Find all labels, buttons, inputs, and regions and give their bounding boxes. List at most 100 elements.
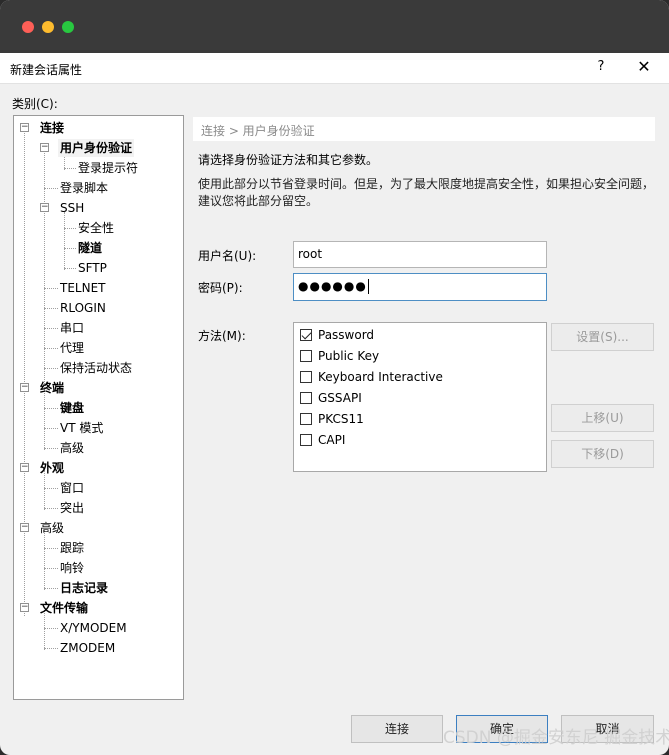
method-item-keyboard-interactive[interactable]: Keyboard Interactive bbox=[300, 368, 443, 386]
dialog-title: 新建会话属性 bbox=[10, 63, 83, 77]
dialog-header: 新建会话属性 ? ✕ bbox=[0, 53, 669, 84]
tree-line bbox=[64, 212, 65, 270]
checkbox-icon[interactable] bbox=[300, 412, 312, 425]
intro-text: 请选择身份验证方法和其它参数。 bbox=[198, 153, 379, 167]
collapse-icon[interactable]: − bbox=[20, 603, 29, 612]
text-caret bbox=[367, 279, 369, 294]
tree-line bbox=[44, 348, 58, 349]
method-item-capi[interactable]: CAPI bbox=[300, 431, 345, 449]
tree-item-proxy[interactable]: 代理 bbox=[60, 339, 84, 357]
method-label-pkcs11: PKCS11 bbox=[318, 412, 364, 426]
tree-line bbox=[44, 408, 58, 409]
auth-method-list[interactable]: Password Public Key Keyboard Interactive… bbox=[293, 322, 547, 472]
tree-line bbox=[44, 150, 45, 390]
tree-item-keyboard[interactable]: 键盘 bbox=[60, 399, 84, 417]
method-item-pkcs11[interactable]: PKCS11 bbox=[300, 410, 364, 428]
tree-item-advanced[interactable]: 高级 bbox=[40, 519, 64, 537]
tree-item-user-auth[interactable]: 用户身份验证 bbox=[58, 139, 135, 157]
method-item-password[interactable]: Password bbox=[300, 326, 374, 344]
username-label: 用户名(U): bbox=[198, 249, 257, 263]
checkbox-icon[interactable] bbox=[300, 349, 312, 362]
tree-line bbox=[44, 368, 58, 369]
close-window-icon[interactable] bbox=[22, 21, 34, 33]
tree-item-file-transfer[interactable]: 文件传输 bbox=[40, 599, 88, 617]
tree-item-terminal-advanced[interactable]: 高级 bbox=[60, 439, 84, 457]
tree-item-login-prompts[interactable]: 登录提示符 bbox=[78, 159, 138, 177]
tree-line bbox=[24, 130, 25, 616]
maximize-window-icon[interactable] bbox=[62, 21, 74, 33]
ok-button[interactable]: 确定 bbox=[456, 715, 548, 743]
tree-item-bell[interactable]: 响铃 bbox=[60, 559, 84, 577]
collapse-icon[interactable]: − bbox=[40, 203, 49, 212]
tree-line bbox=[44, 288, 58, 289]
category-tree[interactable]: − − − − − − − 连接 用户身份验证 登录提示符 登录脚本 SSH 安… bbox=[13, 115, 184, 700]
method-label-capi: CAPI bbox=[318, 433, 346, 447]
collapse-icon[interactable]: − bbox=[20, 463, 29, 472]
tree-line bbox=[64, 168, 76, 169]
checkbox-icon[interactable] bbox=[300, 433, 312, 446]
tree-item-rlogin[interactable]: RLOGIN bbox=[60, 299, 106, 317]
method-item-gssapi[interactable]: GSSAPI bbox=[300, 389, 362, 407]
tree-item-xymodem[interactable]: X/YMODEM bbox=[60, 619, 127, 637]
tree-item-keep-alive[interactable]: 保持活动状态 bbox=[60, 359, 132, 377]
tree-line bbox=[64, 268, 76, 269]
checkbox-checked-icon[interactable] bbox=[300, 328, 312, 341]
note-text-line1: 使用此部分以节省登录时间。但是，为了最大限度地提高安全性，如果担心安全问题， bbox=[198, 177, 655, 191]
tree-item-highlight[interactable]: 突出 bbox=[60, 499, 84, 517]
tree-line bbox=[44, 508, 58, 509]
tree-item-security[interactable]: 安全性 bbox=[78, 219, 114, 237]
session-properties-window: 新建会话属性 ? ✕ 类别(C): − − − − − − − 连接 用户身份验… bbox=[0, 0, 669, 755]
category-label: 类别(C): bbox=[12, 97, 58, 111]
help-button[interactable]: ? bbox=[594, 59, 608, 74]
tree-item-window[interactable]: 窗口 bbox=[60, 479, 84, 497]
collapse-icon[interactable]: − bbox=[20, 123, 29, 132]
tree-line bbox=[44, 328, 58, 329]
tree-item-zmodem[interactable]: ZMODEM bbox=[60, 639, 115, 657]
tree-item-tunneling[interactable]: 隧道 bbox=[78, 239, 102, 257]
username-input[interactable]: root bbox=[293, 241, 547, 268]
tree-line bbox=[44, 488, 58, 489]
checkbox-icon[interactable] bbox=[300, 391, 312, 404]
tree-line bbox=[44, 308, 58, 309]
settings-button[interactable]: 设置(S)... bbox=[551, 323, 654, 351]
tree-line bbox=[44, 648, 58, 649]
tree-line bbox=[44, 568, 58, 569]
collapse-icon[interactable]: − bbox=[40, 143, 49, 152]
note-text-line2: 建议您将此部分留空。 bbox=[198, 194, 319, 208]
password-input[interactable]: ●●●●●● bbox=[293, 273, 547, 301]
method-label-keyboard-interactive: Keyboard Interactive bbox=[318, 370, 443, 384]
tree-item-login-script[interactable]: 登录脚本 bbox=[60, 179, 108, 197]
collapse-icon[interactable]: − bbox=[20, 523, 29, 532]
move-down-button[interactable]: 下移(D) bbox=[551, 440, 654, 468]
collapse-icon[interactable]: − bbox=[20, 383, 29, 392]
tree-item-serial[interactable]: 串口 bbox=[60, 319, 84, 337]
tree-line bbox=[64, 228, 76, 229]
window-titlebar bbox=[0, 0, 669, 53]
method-item-public-key[interactable]: Public Key bbox=[300, 347, 379, 365]
tree-line bbox=[44, 548, 58, 549]
method-label: 方法(M): bbox=[198, 329, 246, 343]
tree-line bbox=[44, 530, 45, 590]
tree-item-sftp[interactable]: SFTP bbox=[78, 259, 107, 277]
password-label: 密码(P): bbox=[198, 281, 243, 295]
method-label-password: Password bbox=[318, 328, 375, 342]
password-value: ●●●●●● bbox=[298, 279, 367, 293]
tree-item-connection[interactable]: 连接 bbox=[40, 119, 64, 137]
tree-item-trace[interactable]: 跟踪 bbox=[60, 539, 84, 557]
tree-item-terminal[interactable]: 终端 bbox=[40, 379, 64, 397]
minimize-window-icon[interactable] bbox=[42, 21, 54, 33]
tree-line bbox=[44, 428, 58, 429]
tree-item-ssh[interactable]: SSH bbox=[60, 199, 84, 217]
close-icon[interactable]: ✕ bbox=[636, 57, 652, 76]
tree-line bbox=[44, 188, 58, 189]
tree-item-logging[interactable]: 日志记录 bbox=[60, 579, 108, 597]
checkbox-icon[interactable] bbox=[300, 370, 312, 383]
cancel-button[interactable]: 取消 bbox=[561, 715, 654, 743]
connect-button[interactable]: 连接 bbox=[351, 715, 443, 743]
tree-item-appearance[interactable]: 外观 bbox=[40, 459, 64, 477]
breadcrumb-bar: 连接 > 用户身份验证 bbox=[193, 117, 655, 141]
tree-item-vt-modes[interactable]: VT 模式 bbox=[60, 419, 103, 437]
tree-item-telnet[interactable]: TELNET bbox=[60, 279, 106, 297]
move-up-button[interactable]: 上移(U) bbox=[551, 404, 654, 432]
method-label-gssapi: GSSAPI bbox=[318, 391, 362, 405]
